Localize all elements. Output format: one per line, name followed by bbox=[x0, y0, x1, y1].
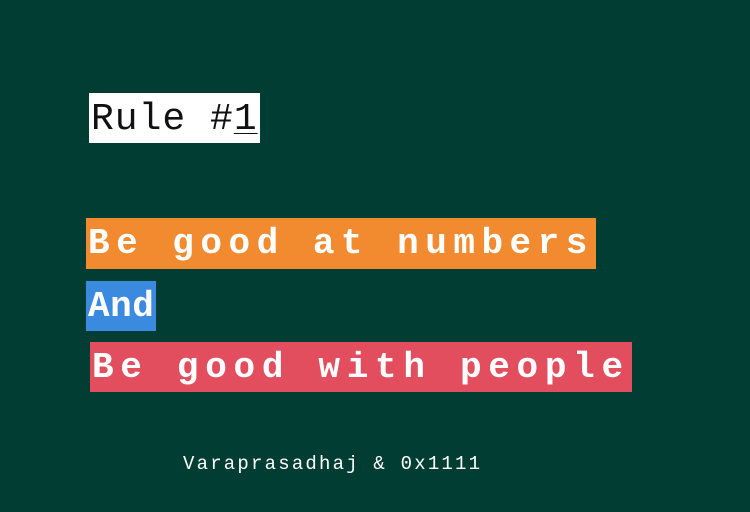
rule-title-prefix: Rule # bbox=[91, 98, 234, 141]
line-be-good-at-numbers: Be good at numbers bbox=[86, 218, 596, 269]
rule-title: Rule #1 bbox=[89, 93, 260, 143]
author-credit: Varaprasadhaj & 0x1111 bbox=[183, 453, 483, 475]
line-be-good-with-people: Be good with people bbox=[90, 342, 632, 392]
line-and: And bbox=[86, 281, 157, 331]
rule-number: 1 bbox=[233, 98, 258, 141]
